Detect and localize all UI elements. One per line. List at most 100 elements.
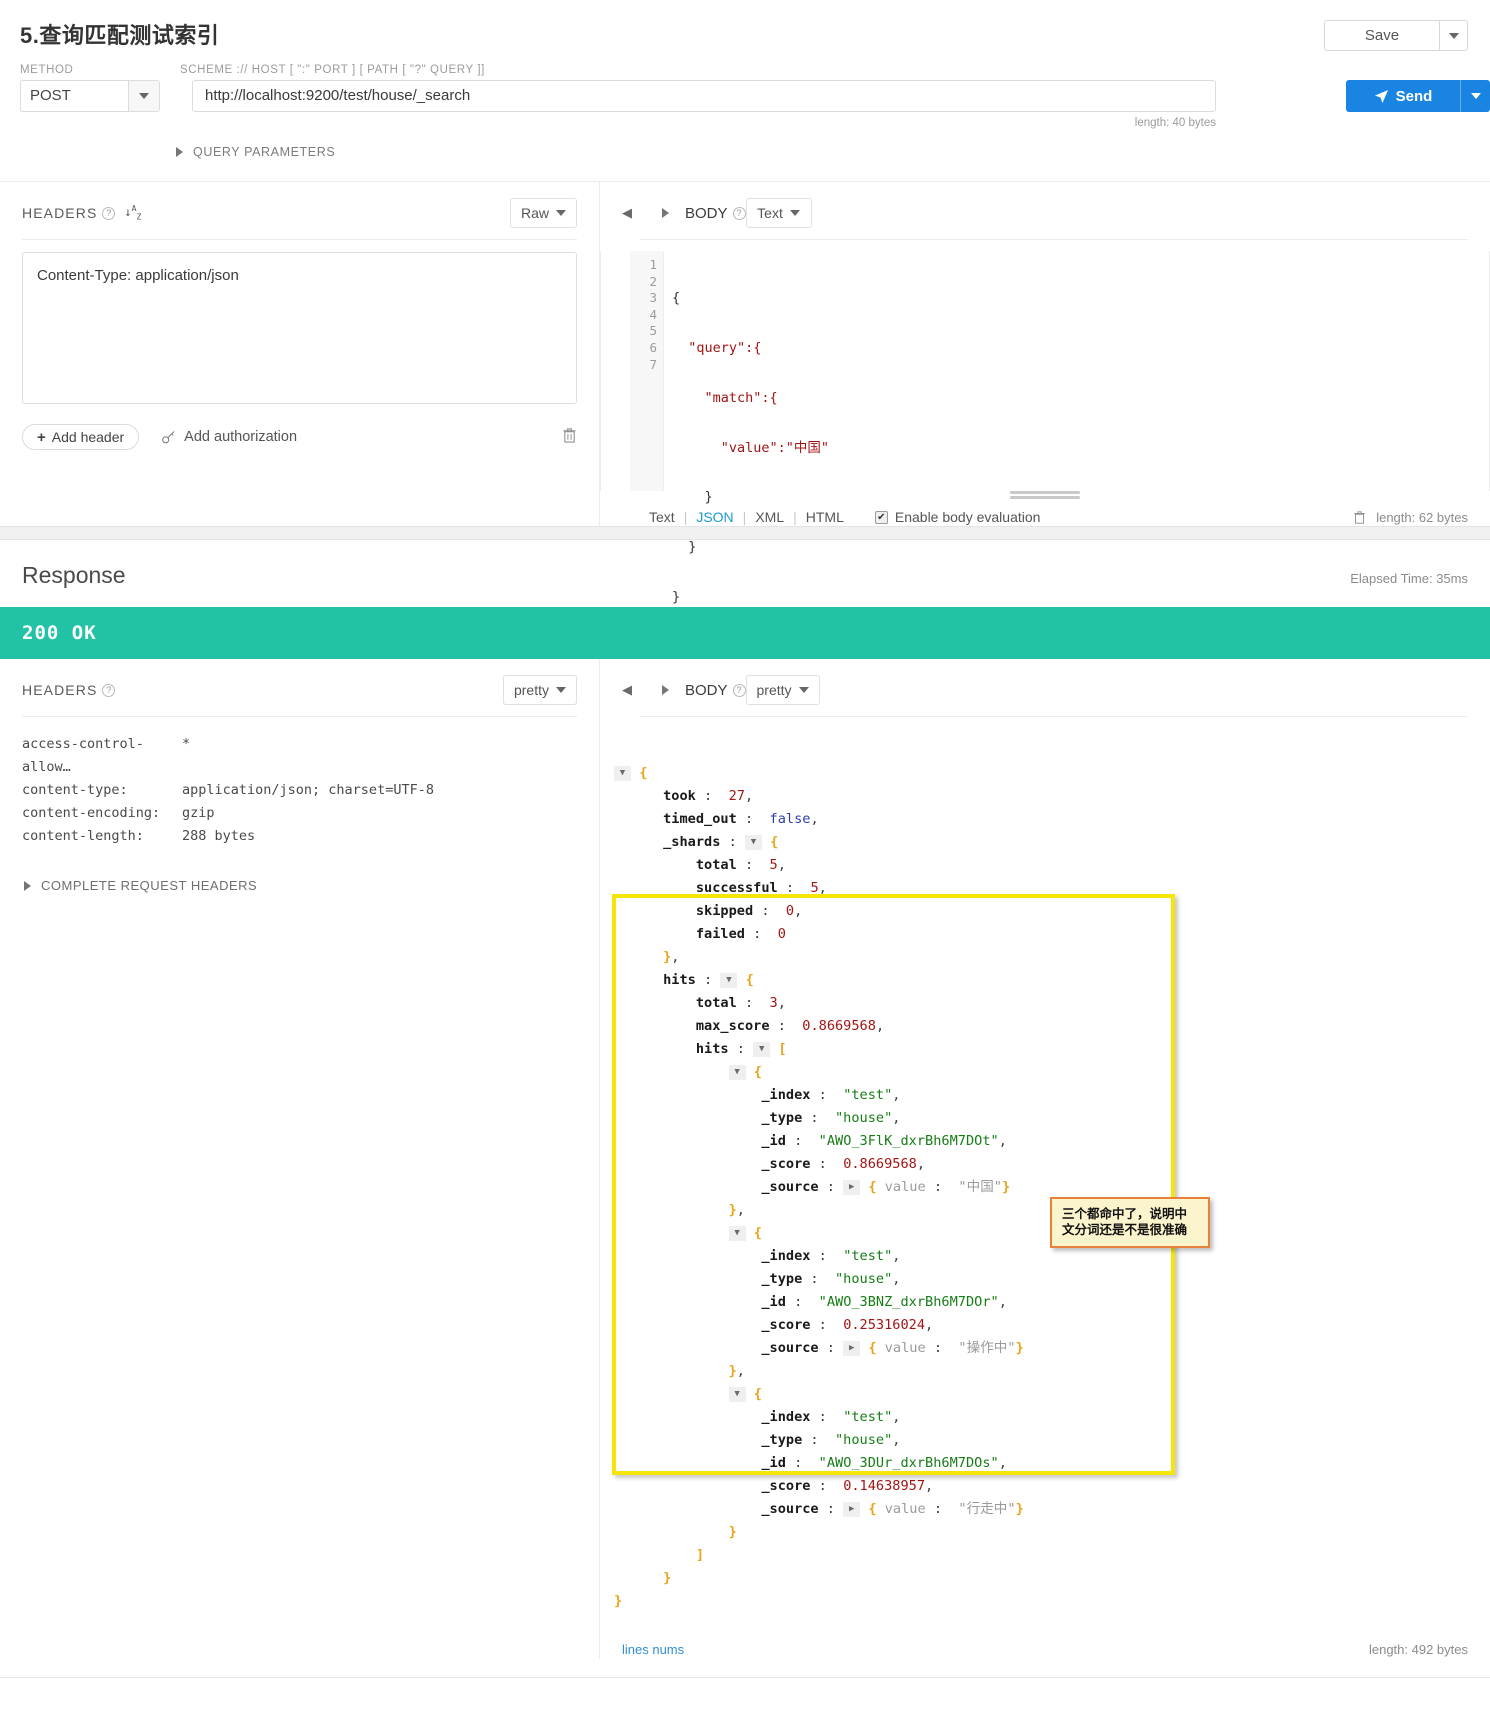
editor-left-gutter xyxy=(600,251,630,491)
json-key-shards-total: total xyxy=(695,857,737,873)
divider xyxy=(640,239,1468,240)
json-value-source-2: "行走中" xyxy=(958,1501,1016,1517)
json-key-source: _source xyxy=(761,1340,819,1356)
json-value-timed-out: false xyxy=(769,811,811,827)
key-icon xyxy=(162,430,175,443)
response-body-view-select[interactable]: pretty xyxy=(745,675,820,705)
code-line: } xyxy=(672,489,713,506)
send-button[interactable]: Send xyxy=(1346,80,1460,112)
json-key-shards-successful: successful xyxy=(695,880,778,896)
json-value-id: "AWO_3DUr_dxrBh6M7DOs" xyxy=(818,1455,999,1471)
collapse-toggle-root[interactable]: ▼ xyxy=(614,765,631,781)
url-field-wrap: http://localhost:9200/test/house/_search… xyxy=(192,80,1334,129)
method-value[interactable]: POST xyxy=(20,80,128,112)
format-text-button[interactable]: Text xyxy=(640,509,684,525)
format-json-button[interactable]: JSON xyxy=(687,509,742,525)
request-body-code[interactable]: { "query":{ "match":{ "value":"中国" } } } xyxy=(664,251,1490,605)
request-body-header: ◀ BODY ? Text xyxy=(600,182,1490,228)
add-header-button[interactable]: + Add header xyxy=(22,424,140,450)
query-parameters-toggle[interactable]: QUERY PARAMETERS xyxy=(0,129,1490,159)
request-headers-view-select[interactable]: Raw xyxy=(509,198,577,228)
save-dropdown-button[interactable] xyxy=(1439,20,1468,51)
chevron-right-icon[interactable] xyxy=(662,208,669,218)
collapse-toggle-hits-array[interactable]: ▼ xyxy=(753,1041,771,1057)
json-key-shards-failed: failed xyxy=(695,926,745,942)
json-key-source: _source xyxy=(761,1179,819,1195)
response-header-row: content-length: 288 bytes xyxy=(22,825,577,848)
request-body-view-select[interactable]: Text xyxy=(745,198,812,228)
json-value-index: "test" xyxy=(843,1087,893,1103)
response-body-length: length: 492 bytes xyxy=(1368,1642,1468,1657)
help-icon[interactable]: ? xyxy=(732,683,746,697)
send-button-group[interactable]: Send xyxy=(1346,80,1490,112)
help-icon[interactable]: ? xyxy=(102,683,116,697)
format-html-button[interactable]: HTML xyxy=(797,509,853,525)
sort-az-icon[interactable]: ↓AZ xyxy=(124,204,141,221)
response-section: Response Elapsed Time: 35ms 200 OK HEADE… xyxy=(0,540,1490,1678)
enable-body-evaluation-row[interactable]: ✔ Enable body evaluation xyxy=(874,509,1041,525)
json-value-source-1: "操作中" xyxy=(958,1340,1016,1356)
chevron-down-icon xyxy=(1470,93,1481,99)
collapse-toggle-hit-0[interactable]: ▼ xyxy=(728,1064,746,1080)
response-header-key: content-length: xyxy=(22,828,144,844)
request-body-view-value: Text xyxy=(757,205,783,221)
code-line: { xyxy=(672,290,681,307)
lines-nums-button[interactable]: lines nums xyxy=(622,1642,684,1657)
response-body-title: BODY xyxy=(685,681,728,699)
method-select[interactable]: POST xyxy=(20,80,160,112)
help-icon[interactable]: ? xyxy=(102,206,116,220)
code-line: "query":{ xyxy=(672,339,762,356)
url-label: SCHEME :// HOST [ ":" PORT ] [ PATH [ "?… xyxy=(180,64,485,76)
collapse-toggle-hit-1[interactable]: ▼ xyxy=(728,1225,746,1241)
line-number: 1 xyxy=(649,257,657,272)
chevron-down-icon xyxy=(798,687,809,693)
response-header-key: content-encoding: xyxy=(22,805,161,821)
json-value-score: 0.25316024 xyxy=(843,1317,926,1333)
chevron-down-icon xyxy=(139,93,149,99)
request-headers-input[interactable]: Content-Type: application/json xyxy=(22,252,577,404)
response-header-row: access-control-allow… * xyxy=(22,733,577,779)
enable-body-evaluation-checkbox[interactable]: ✔ xyxy=(874,510,888,524)
collapse-toggle-shards[interactable]: ▼ xyxy=(744,834,762,850)
json-key-score: _score xyxy=(761,1156,811,1172)
request-headers-view-value: Raw xyxy=(520,205,549,221)
enable-body-evaluation-label: Enable body evaluation xyxy=(894,509,1041,525)
plus-icon: + xyxy=(37,428,46,446)
save-button-group[interactable]: Save xyxy=(1324,20,1468,51)
collapse-toggle-hits[interactable]: ▼ xyxy=(720,972,738,988)
annotation-note: 三个都命中了，说明中文分词还是不是很准确 xyxy=(1050,1197,1210,1248)
json-key-score: _score xyxy=(761,1478,811,1494)
json-value-hits-total: 3 xyxy=(769,995,778,1011)
expand-toggle-source-1[interactable]: ▶ xyxy=(843,1340,861,1356)
response-header-row: content-encoding: gzip xyxy=(22,802,577,825)
trash-icon[interactable] xyxy=(1353,510,1366,525)
send-dropdown-button[interactable] xyxy=(1460,80,1490,112)
field-labels-row: METHOD SCHEME :// HOST [ ":" PORT ] [ PA… xyxy=(0,56,1490,76)
help-icon[interactable]: ? xyxy=(732,206,746,220)
method-dropdown-button[interactable] xyxy=(128,80,160,112)
format-xml-button[interactable]: XML xyxy=(746,509,793,525)
request-body-editor[interactable]: 1 2 3 4 5 6 7 { "query":{ "match":{ "val… xyxy=(600,251,1490,605)
complete-request-headers-toggle[interactable]: COMPLETE REQUEST HEADERS xyxy=(0,848,599,893)
save-button[interactable]: Save xyxy=(1324,20,1439,51)
collapse-left-button[interactable]: ◀ xyxy=(622,205,632,221)
response-json-tree[interactable]: ▼ { took : 27, timed_out : false, _shard… xyxy=(600,717,1490,1636)
json-key-timed-out: timed_out xyxy=(663,811,737,827)
delete-headers-button[interactable] xyxy=(562,427,577,448)
collapse-left-button[interactable]: ◀ xyxy=(622,682,632,698)
expand-toggle-source-2[interactable]: ▶ xyxy=(843,1501,861,1517)
response-header-value: gzip xyxy=(182,805,215,821)
json-value-took: 27 xyxy=(728,788,745,804)
chevron-right-icon xyxy=(24,880,31,891)
expand-toggle-source-0[interactable]: ▶ xyxy=(843,1179,861,1195)
json-key-hits-total: total xyxy=(695,995,737,1011)
line-number: 2 xyxy=(649,273,657,289)
add-authorization-button[interactable]: Add authorization xyxy=(161,429,297,445)
chevron-right-icon[interactable] xyxy=(662,685,669,695)
request-inputs-row: POST http://localhost:9200/test/house/_s… xyxy=(0,76,1490,129)
collapse-toggle-hit-2[interactable]: ▼ xyxy=(728,1386,746,1402)
response-body-pane: ◀ BODY ? pretty ▼ { took : 27, timed_out… xyxy=(600,659,1490,1659)
response-headers-view-select[interactable]: pretty xyxy=(502,675,577,705)
request-headers-actions: + Add header Add authorization xyxy=(0,408,599,450)
url-input[interactable]: http://localhost:9200/test/house/_search xyxy=(192,80,1216,112)
